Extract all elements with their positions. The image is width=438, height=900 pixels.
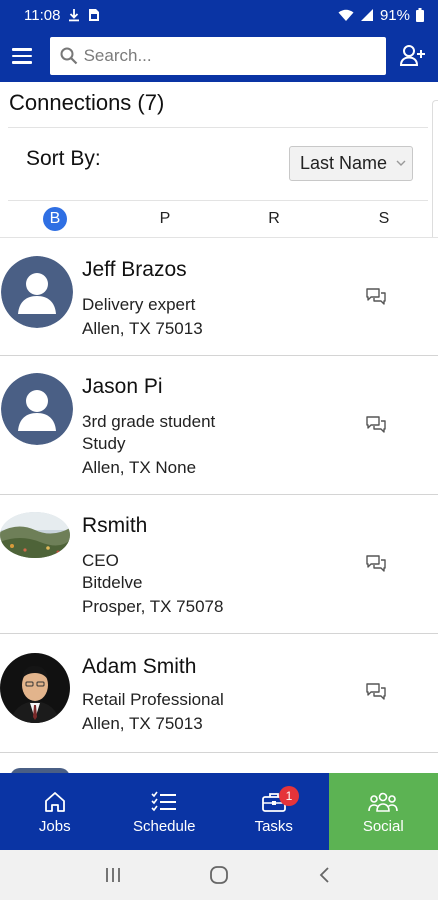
contact-name: Jason Pi [82, 375, 163, 398]
status-bar: 11:08 91% [0, 0, 438, 30]
menu-icon[interactable] [12, 43, 38, 69]
add-user-icon [400, 45, 426, 66]
back-icon [319, 867, 329, 883]
chevron-down-icon [396, 160, 406, 166]
sort-select-value: Last Name [300, 153, 388, 173]
contact-name: Rsmith [82, 514, 148, 537]
avatar [1, 373, 73, 445]
nav-social[interactable]: Social [328, 773, 438, 850]
contact-name: Adam Smith [82, 655, 197, 678]
back-button[interactable] [305, 860, 345, 890]
contact-title: Retail Professional [82, 690, 224, 709]
nav-schedule[interactable]: Schedule [110, 773, 220, 850]
avatar [0, 512, 70, 558]
people-icon [368, 792, 399, 812]
status-time: 11:08 [24, 6, 61, 24]
recent-apps-icon [106, 868, 120, 882]
search-icon [60, 47, 77, 65]
alpha-letter-s[interactable]: S [372, 207, 396, 231]
add-user-button[interactable] [398, 41, 428, 71]
nav-tasks-label: Tasks [254, 818, 293, 835]
chat-icon[interactable] [364, 415, 388, 435]
sort-label: Sort By: [26, 147, 101, 170]
contact-location: Allen, TX None [82, 458, 197, 477]
top-bar [0, 30, 438, 82]
home-button[interactable] [199, 860, 239, 890]
contact-row[interactable]: Jeff Brazos Delivery expert Allen, TX 75… [0, 238, 438, 356]
status-right: 91% [338, 7, 424, 24]
nav-tasks[interactable]: Tasks 1 [219, 773, 329, 850]
contact-title: CEO [82, 551, 119, 570]
contact-company: Bitdelve [82, 573, 143, 592]
sort-select[interactable]: Last Name [289, 146, 413, 181]
nav-social-label: Social [362, 818, 404, 835]
chat-icon[interactable] [364, 554, 388, 574]
alpha-letter-p[interactable]: P [153, 207, 177, 231]
default-avatar-icon [1, 373, 73, 445]
home-icon [44, 792, 65, 812]
avatar [1, 256, 73, 328]
avatar [0, 653, 70, 723]
divider [8, 200, 428, 201]
battery-percent: 91% [379, 6, 410, 24]
status-left: 11:08 [24, 7, 100, 24]
alpha-letter-b[interactable]: B [43, 207, 67, 231]
chat-icon[interactable] [364, 287, 388, 307]
person-photo [0, 653, 70, 723]
contact-row[interactable]: Adam Smith Retail Professional Allen, TX… [0, 635, 438, 753]
contact-location: Prosper, TX 75078 [82, 597, 224, 616]
nav-jobs-label: Jobs [38, 818, 71, 835]
checklist-icon [151, 791, 177, 812]
contact-location: Allen, TX 75013 [82, 319, 203, 338]
search-input[interactable] [83, 46, 374, 66]
home-circle-icon [210, 866, 228, 884]
file-icon [89, 9, 100, 21]
page-title: Connections (7) [9, 90, 165, 115]
contact-company: Study [82, 434, 126, 453]
contact-title: Delivery expert [82, 295, 196, 314]
nav-schedule-label: Schedule [132, 818, 196, 835]
search-box[interactable] [49, 37, 387, 75]
chat-icon[interactable] [364, 682, 388, 702]
contact-location: Allen, TX 75013 [82, 714, 203, 733]
contact-name: Jeff Brazos [82, 258, 187, 281]
system-nav-bar [0, 850, 438, 900]
landscape-photo [0, 512, 70, 558]
contact-row[interactable]: Rsmith CEO Bitdelve Prosper, TX 75078 [0, 496, 438, 634]
bottom-nav: Jobs Schedule Tasks 1 Social [0, 773, 438, 850]
nav-jobs[interactable]: Jobs [0, 773, 110, 850]
recent-apps-button[interactable] [93, 860, 133, 890]
contact-title: 3rd grade student [82, 412, 216, 431]
signal-icon [360, 8, 373, 21]
default-avatar-icon [1, 256, 73, 328]
alpha-letter-r[interactable]: R [262, 207, 286, 231]
wifi-icon [338, 9, 354, 21]
alpha-index-bar: B P R S [0, 203, 438, 235]
tasks-badge: 1 [279, 786, 299, 806]
download-icon [69, 9, 80, 22]
divider [8, 127, 428, 128]
contact-row[interactable]: Jason Pi 3rd grade student Study Allen, … [0, 357, 438, 495]
battery-icon [416, 8, 424, 22]
